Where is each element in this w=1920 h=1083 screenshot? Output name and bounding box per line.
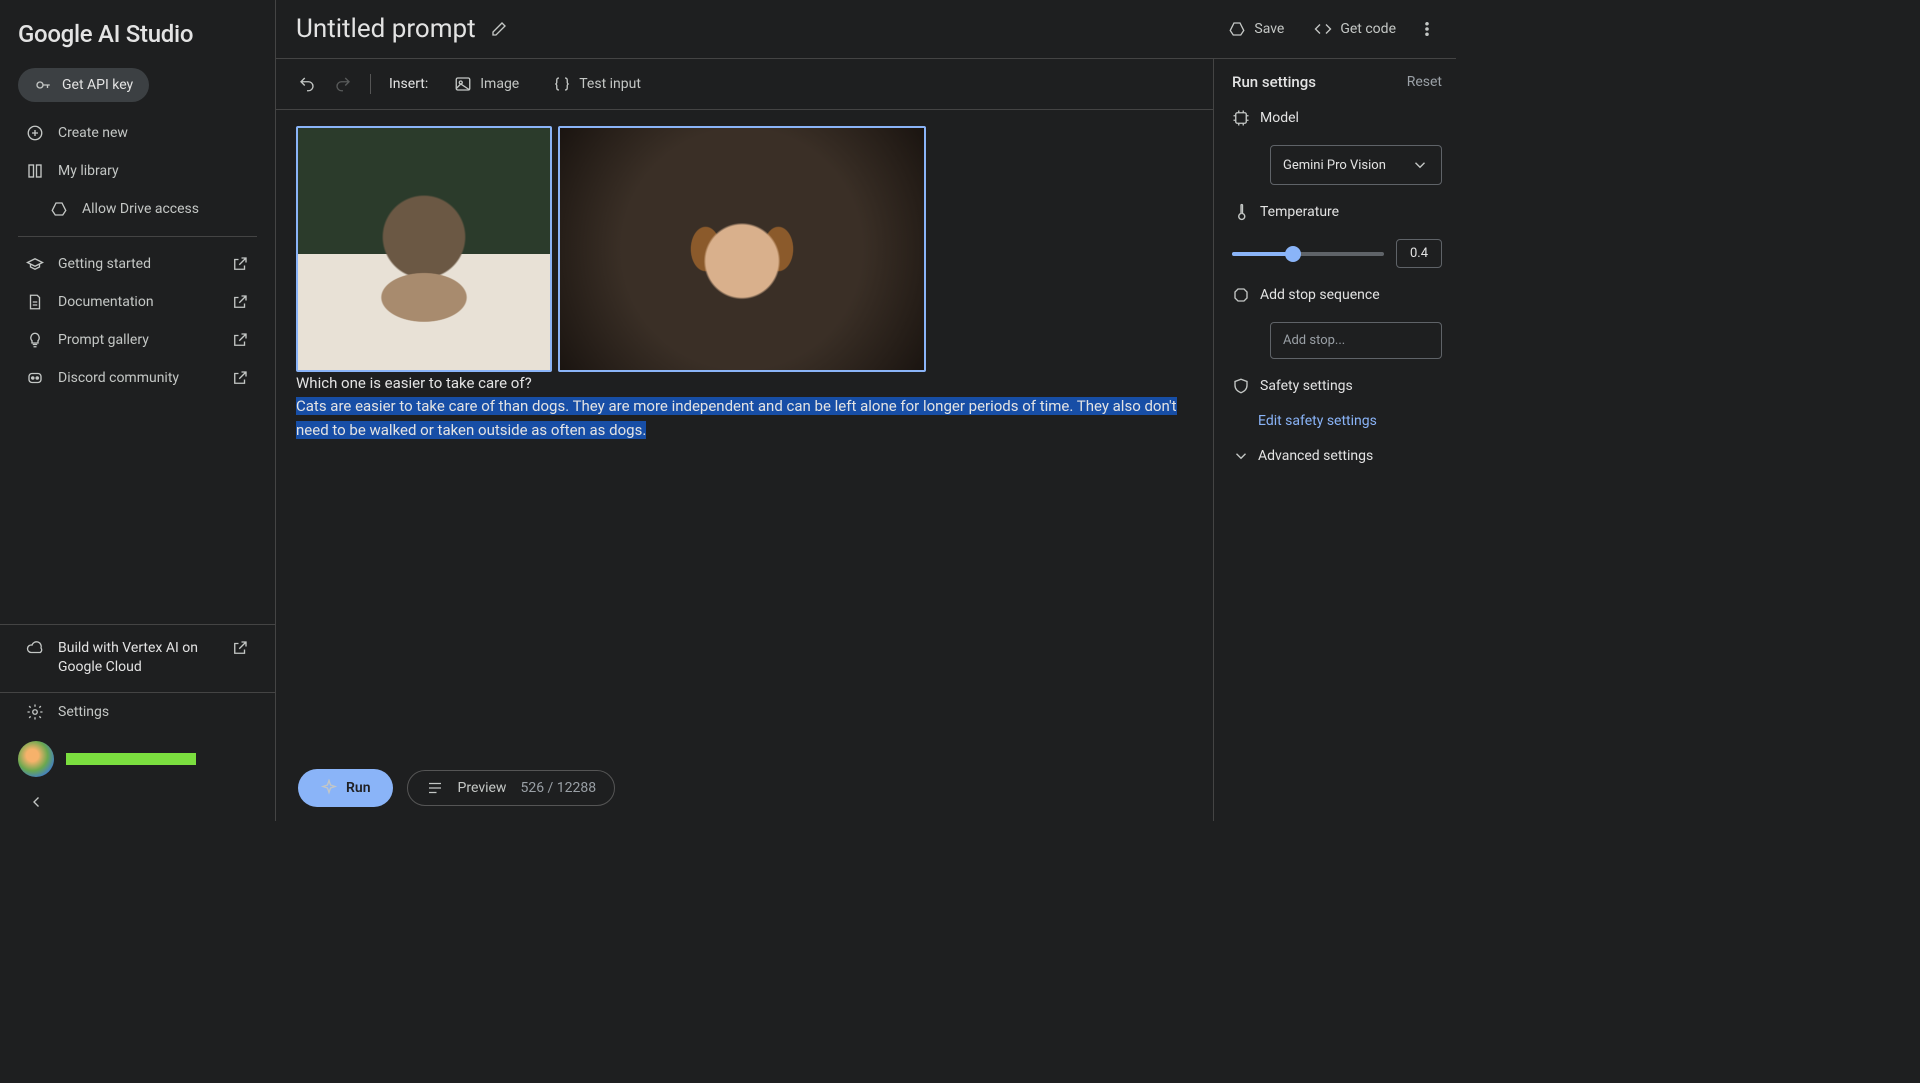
run-label: Run xyxy=(346,780,371,796)
thermometer-icon xyxy=(1232,203,1250,221)
prompt-question-text: Which one is easier to take care of? xyxy=(296,374,532,392)
prompt-image-cat[interactable] xyxy=(296,126,552,372)
safety-settings-label: Safety settings xyxy=(1260,378,1353,394)
external-link-icon xyxy=(231,639,249,657)
insert-image-button[interactable]: Image xyxy=(446,69,527,99)
model-label: Model xyxy=(1260,110,1299,126)
key-icon xyxy=(34,76,52,94)
cloud-icon xyxy=(26,639,44,657)
run-settings-title: Run settings xyxy=(1232,73,1316,91)
api-key-label: Get API key xyxy=(62,77,133,93)
notes-icon xyxy=(426,779,444,797)
create-new-label: Create new xyxy=(58,125,128,141)
test-input-button[interactable]: Test input xyxy=(545,69,649,99)
token-count: 526 / 12288 xyxy=(520,780,596,796)
edit-safety-link[interactable]: Edit safety settings xyxy=(1232,413,1442,429)
get-code-label: Get code xyxy=(1340,21,1396,37)
stop-icon xyxy=(1232,286,1250,304)
model-select[interactable]: Gemini Pro Vision xyxy=(1270,145,1442,185)
external-link-icon xyxy=(231,331,249,349)
run-button[interactable]: Run xyxy=(298,769,393,807)
preview-button[interactable]: Preview 526 / 12288 xyxy=(407,770,616,806)
chevron-down-icon xyxy=(1232,447,1250,465)
build-vertex-label: Build with Vertex AI on Google Cloud xyxy=(58,639,217,678)
discord-label: Discord community xyxy=(58,370,179,386)
external-link-icon xyxy=(231,293,249,311)
my-library-label: My library xyxy=(58,163,119,179)
prompt-gallery-label: Prompt gallery xyxy=(58,332,149,348)
model-response-text: Cats are easier to take care of than dog… xyxy=(296,397,1177,438)
collapse-sidebar-button[interactable] xyxy=(0,787,275,821)
external-link-icon xyxy=(231,369,249,387)
doc-icon xyxy=(26,293,44,311)
settings-label: Settings xyxy=(58,704,109,720)
create-new-button[interactable]: Create new xyxy=(0,114,275,152)
temperature-label: Temperature xyxy=(1260,204,1339,220)
reset-button[interactable]: Reset xyxy=(1407,74,1442,90)
advanced-settings-toggle[interactable]: Advanced settings xyxy=(1232,447,1442,465)
sparkle-icon xyxy=(320,779,338,797)
library-icon xyxy=(26,162,44,180)
edit-icon[interactable] xyxy=(490,20,508,38)
external-link-icon xyxy=(231,255,249,273)
stop-sequence-input[interactable]: Add stop... xyxy=(1270,322,1442,359)
braces-icon xyxy=(553,75,571,93)
preview-label: Preview xyxy=(458,780,507,796)
chevron-left-icon xyxy=(28,793,46,811)
test-input-label: Test input xyxy=(579,76,641,92)
settings-button[interactable]: Settings xyxy=(0,692,275,731)
lightbulb-icon xyxy=(26,331,44,349)
temperature-slider[interactable] xyxy=(1232,252,1384,256)
image-icon xyxy=(454,75,472,93)
prompt-canvas[interactable]: Which one is easier to take care of? Cat… xyxy=(276,110,1213,755)
save-label: Save xyxy=(1254,21,1284,37)
temperature-input[interactable]: 0.4 xyxy=(1396,239,1442,268)
shield-icon xyxy=(1232,377,1250,395)
my-library-button[interactable]: My library xyxy=(0,152,275,190)
documentation-label: Documentation xyxy=(58,294,154,310)
code-icon xyxy=(1314,20,1332,38)
drive-access-label: Allow Drive access xyxy=(82,201,199,217)
username-redacted xyxy=(66,753,196,765)
get-code-button[interactable]: Get code xyxy=(1306,14,1404,44)
save-button[interactable]: Save xyxy=(1220,14,1292,44)
school-icon xyxy=(26,255,44,273)
avatar[interactable] xyxy=(18,741,54,777)
prompt-title: Untitled prompt xyxy=(296,14,476,44)
insert-image-label: Image xyxy=(480,76,519,92)
more-icon[interactable] xyxy=(1418,20,1436,38)
insert-label: Insert: xyxy=(389,76,428,92)
getting-started-label: Getting started xyxy=(58,256,151,272)
stop-sequence-label: Add stop sequence xyxy=(1260,287,1380,303)
discord-icon xyxy=(26,369,44,387)
plus-circle-icon xyxy=(26,124,44,142)
gear-icon xyxy=(26,703,44,721)
drive-icon xyxy=(50,200,68,218)
prompt-image-dog[interactable] xyxy=(558,126,926,372)
get-api-key-button[interactable]: Get API key xyxy=(18,68,149,102)
prompt-gallery-link[interactable]: Prompt gallery xyxy=(0,321,275,359)
chevron-down-icon xyxy=(1411,156,1429,174)
app-logo: Google AI Studio xyxy=(0,0,275,68)
undo-icon[interactable] xyxy=(298,75,316,93)
advanced-settings-label: Advanced settings xyxy=(1258,448,1373,464)
redo-icon xyxy=(334,75,352,93)
build-vertex-link[interactable]: Build with Vertex AI on Google Cloud xyxy=(0,624,275,692)
discord-link[interactable]: Discord community xyxy=(0,359,275,397)
model-value: Gemini Pro Vision xyxy=(1283,158,1386,173)
model-icon xyxy=(1232,109,1250,127)
allow-drive-access-button[interactable]: Allow Drive access xyxy=(0,190,275,228)
getting-started-link[interactable]: Getting started xyxy=(0,245,275,283)
documentation-link[interactable]: Documentation xyxy=(0,283,275,321)
drive-save-icon xyxy=(1228,20,1246,38)
